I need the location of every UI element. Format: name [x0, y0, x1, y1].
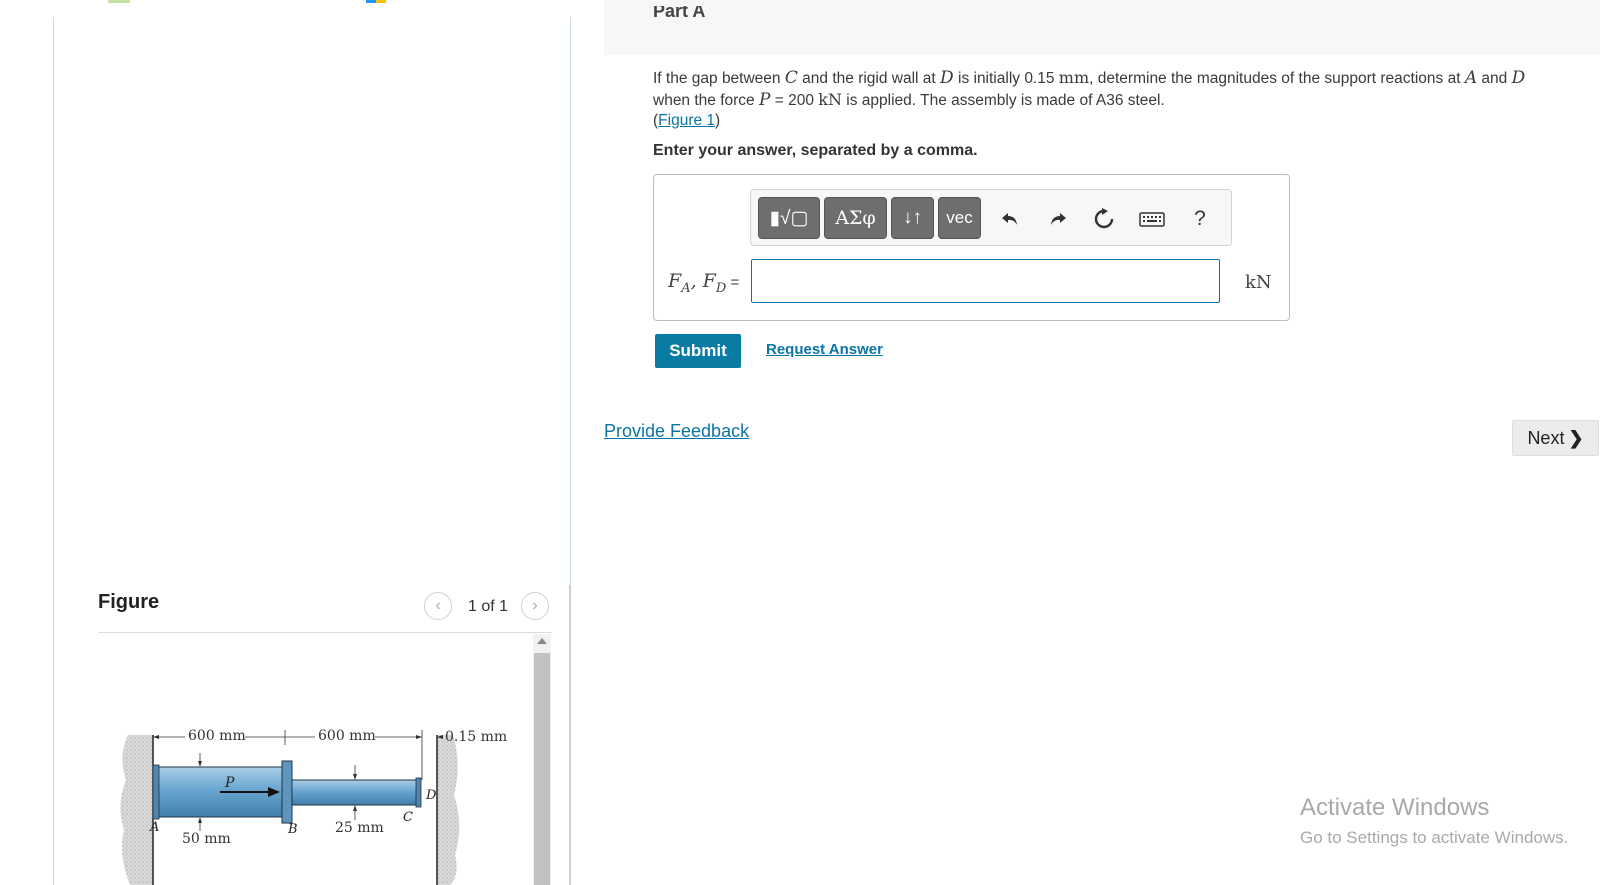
dia-label-2: 25 mm	[335, 820, 384, 836]
dim-arrow-1	[153, 735, 159, 739]
vector-button[interactable]: vec	[938, 197, 981, 239]
point-d-label: D	[425, 788, 437, 803]
templates-button[interactable]: ▮√▢	[758, 197, 820, 239]
request-answer-link[interactable]: Request Answer	[766, 341, 883, 358]
dia-label-1: 50 mm	[182, 831, 231, 847]
answer-input[interactable]	[751, 259, 1220, 303]
flange-b	[281, 760, 293, 824]
math-toolbar: ▮√▢ ΑΣφ ↓↑ vec ?	[750, 189, 1232, 246]
greek-symbols-button[interactable]: ΑΣφ	[824, 197, 887, 239]
dim-arrow-2	[416, 735, 422, 739]
provide-feedback-link[interactable]: Provide Feedback	[604, 421, 749, 442]
watermark-subtitle: Go to Settings to activate Windows.	[1300, 828, 1569, 847]
dim-label-2: 600 mm	[318, 728, 376, 744]
left-wall	[120, 735, 153, 885]
watermark-title: Activate Windows	[1300, 794, 1490, 821]
dia-mark-2-bottom-arrow	[353, 805, 357, 811]
problem-statement: If the gap between C and the rigid wall …	[653, 68, 1526, 129]
submit-button[interactable]: Submit	[655, 334, 741, 368]
dia-mark-1-top-arrow	[198, 761, 202, 767]
answer-unit: kN	[1245, 272, 1272, 293]
force-label: P	[224, 775, 235, 791]
gap-label: 0.15 mm	[445, 729, 507, 745]
panel-divider-handle[interactable]	[569, 585, 571, 885]
chevron-left-icon: ‹	[435, 597, 441, 614]
figure-diagram: 600 mm 600 mm 0.15 mm P 50 mm 25 mm A B …	[120, 727, 507, 885]
figure-counter: 1 of 1	[468, 598, 509, 615]
end-plate-a	[152, 764, 160, 820]
dim-label-1: 600 mm	[188, 728, 246, 744]
next-button[interactable]: Next ❯	[1512, 420, 1599, 456]
figure-prev-button[interactable]: ‹	[424, 592, 452, 620]
answer-instruction: Enter your answer, separated by a comma.	[653, 142, 978, 159]
keyboard-icon[interactable]	[1139, 206, 1165, 232]
help-button[interactable]: ?	[1187, 206, 1213, 232]
redo-icon[interactable]	[1045, 206, 1071, 232]
figure-next-button[interactable]: ›	[521, 592, 549, 620]
figure-divider	[98, 632, 552, 633]
point-a-label: A	[149, 820, 159, 835]
part-header	[604, 0, 1600, 55]
answer-variable-label: FA, FD =	[668, 270, 740, 296]
figure-title: Figure	[98, 591, 160, 613]
dia-mark-1-bottom-arrow	[198, 817, 202, 823]
right-wall	[437, 735, 460, 885]
figure-scrollbar[interactable]	[533, 634, 551, 885]
chevron-right-icon: ❯	[1568, 427, 1584, 448]
reset-icon[interactable]	[1091, 206, 1117, 232]
rod-bc	[291, 779, 421, 806]
answer-box: ▮√▢ ΑΣφ ↓↑ vec ? FA, FD = kN	[653, 174, 1290, 321]
scroll-up-icon[interactable]	[537, 638, 547, 644]
end-plate-c	[415, 777, 422, 808]
left-border	[53, 17, 54, 885]
point-b-label: B	[287, 822, 298, 837]
figure-link[interactable]: Figure 1	[658, 112, 715, 129]
point-c-label: C	[403, 810, 413, 825]
subscript-superscript-button[interactable]: ↓↑	[891, 197, 934, 239]
scroll-thumb[interactable]	[534, 653, 550, 885]
part-label: Part A	[653, 6, 706, 20]
undo-icon[interactable]	[997, 206, 1023, 232]
chevron-right-icon: ›	[532, 597, 538, 614]
dia-mark-2-top-arrow	[353, 774, 357, 780]
